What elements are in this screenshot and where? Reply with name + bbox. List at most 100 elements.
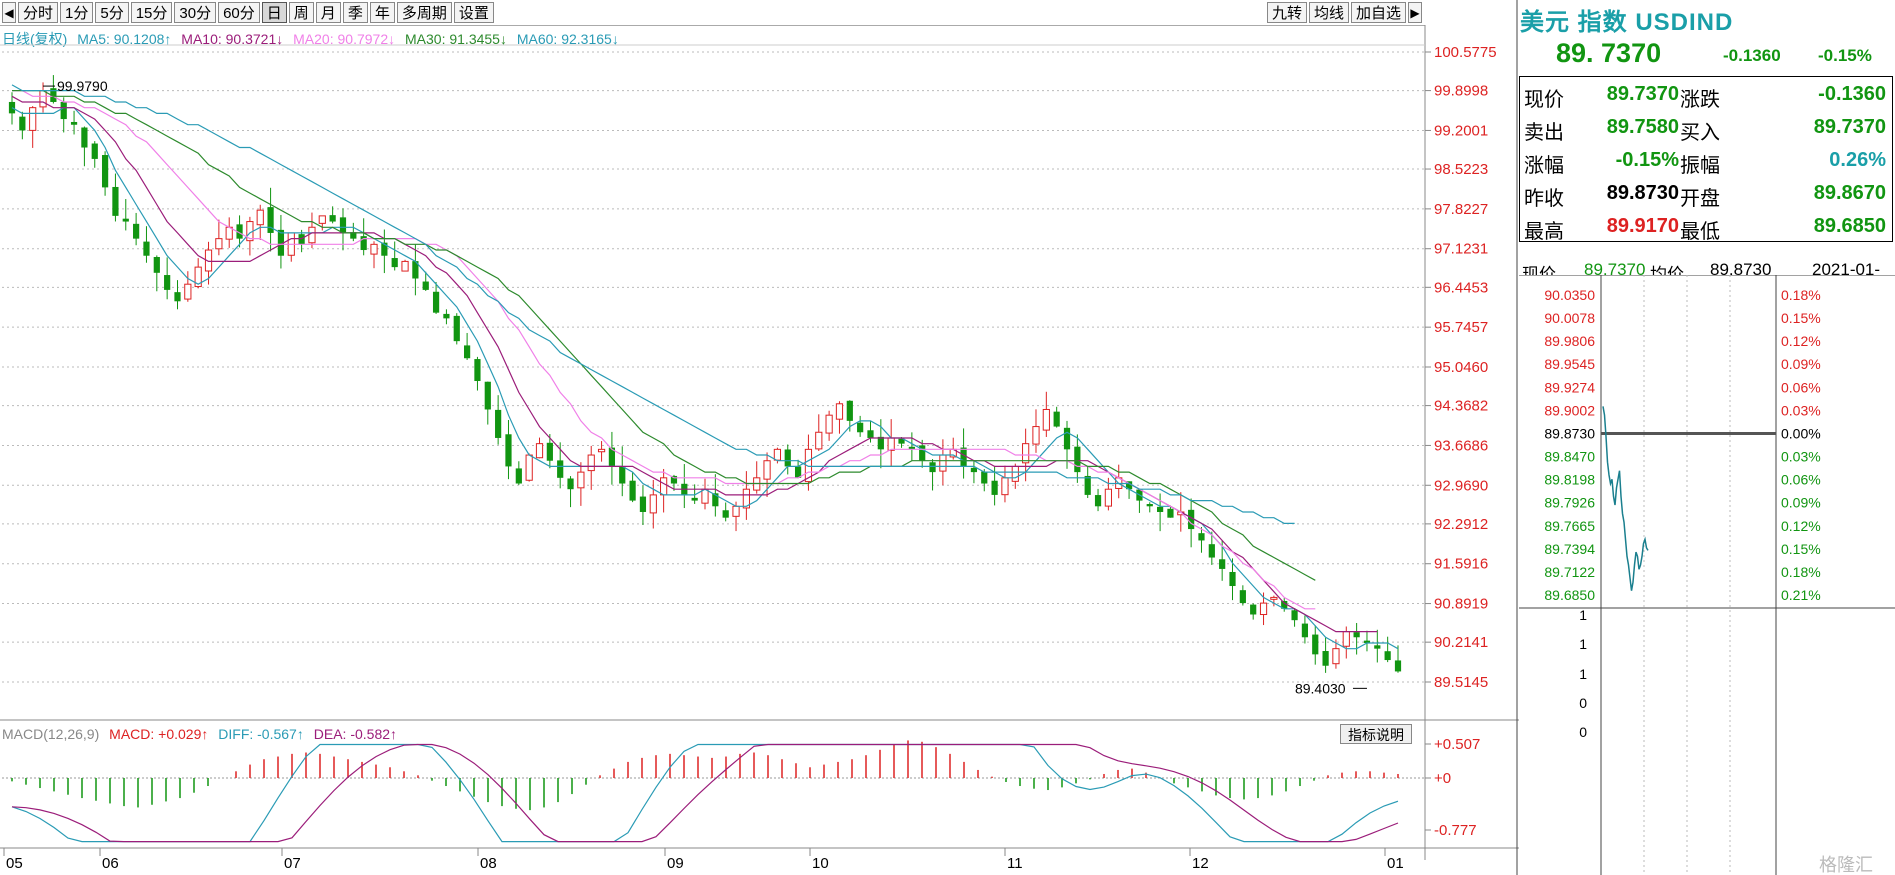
quote-value: -0.15% — [1615, 149, 1679, 171]
price-change-pct: -0.15% — [1818, 46, 1872, 65]
intraday-price-tick: 89.9545 — [1544, 356, 1595, 372]
candle-body — [1332, 648, 1340, 665]
candle-body — [763, 460, 771, 480]
intraday-pct-tick: 0.18% — [1781, 564, 1821, 580]
price-tick-label: 89.5145 — [1434, 674, 1488, 691]
intraday-chart[interactable]: 90.0350 0.18% 90.0078 0.15% 89.9806 0.12% 89.9… — [1519, 275, 1895, 875]
candle-body — [732, 505, 740, 517]
candle-body — [1322, 651, 1329, 666]
diff-line — [11, 743, 1399, 843]
x-tick-label: 07 — [284, 855, 301, 872]
candle-body — [1291, 610, 1298, 621]
intraday-pct-tick: 0.12% — [1781, 333, 1821, 349]
candle-body — [329, 215, 336, 222]
main-chart[interactable]: 100.5775 99.8998 99.2001 98.5223 97.8227 97.1… — [0, 0, 1519, 875]
price-tick-label: 95.7457 — [1434, 319, 1488, 336]
intraday-price-tick: 89.6850 — [1544, 587, 1595, 603]
candle-body — [1074, 446, 1081, 473]
candle-body — [660, 477, 668, 496]
macd-legend-dea: DEA: -0.582↑ — [313, 726, 398, 742]
candle-body — [1394, 660, 1402, 672]
quote-label: 卖出 — [1524, 122, 1564, 144]
x-tick-label: 10 — [812, 855, 829, 872]
candle-body — [401, 260, 409, 272]
x-tick-label: 09 — [667, 855, 684, 872]
candle-body — [929, 462, 936, 473]
quote-value: -0.1360 — [1818, 83, 1886, 105]
candle-body — [91, 143, 98, 159]
candle-body — [970, 467, 978, 473]
intraday-vol-tick: 0 — [1579, 695, 1587, 711]
candle-body — [215, 238, 223, 250]
price-tick-label: 92.2912 — [1434, 516, 1488, 533]
macd-legend-title: MACD(12,26,9) — [2, 726, 100, 742]
candle-body — [1312, 634, 1319, 655]
candle-body — [1146, 504, 1153, 507]
quote-value: 89.8670 — [1813, 182, 1886, 204]
quote-value: 0.26% — [1829, 149, 1886, 171]
quote-row: 现价 89.7370 涨跌 -0.1360 — [1520, 77, 1892, 111]
price-tick-label: 91.5916 — [1434, 556, 1488, 573]
candle-body — [960, 447, 967, 467]
x-tick-label: 08 — [480, 855, 497, 872]
quote-row: 卖出 89.7580 买入 89.7370 — [1520, 110, 1892, 144]
candle-body — [722, 510, 729, 518]
quote-value: 89.9170 — [1606, 215, 1679, 237]
candle-body — [1301, 623, 1309, 638]
candle-body — [825, 414, 833, 434]
instrument-title: 美元 指数 USDIND — [1520, 9, 1734, 36]
price-tick-label: 97.1231 — [1434, 241, 1488, 258]
candle-body — [60, 101, 67, 120]
candle-body — [515, 468, 522, 484]
candle-body — [370, 243, 378, 255]
candle-body — [422, 281, 429, 290]
quote-label: 振幅 — [1680, 155, 1720, 177]
macd-legend-macd: MACD: +0.029↑ — [109, 726, 209, 742]
quote-value: 89.7370 — [1606, 83, 1679, 105]
candle-body — [835, 403, 844, 420]
quote-label: 涨跌 — [1680, 89, 1720, 111]
candle-body — [464, 345, 471, 359]
candle-body — [1250, 604, 1257, 615]
candle-body — [1353, 632, 1360, 638]
intraday-price-tick: 89.9002 — [1544, 402, 1595, 418]
intraday-pct-tick: 0.12% — [1781, 518, 1821, 534]
candle-body — [1342, 631, 1350, 647]
intraday-vol-tick: 1 — [1579, 636, 1587, 652]
candle-body — [298, 234, 305, 245]
intraday-vol-tick: 1 — [1579, 607, 1587, 623]
ma10-line — [11, 95, 1378, 633]
candle-body — [1167, 508, 1174, 518]
intraday-pct-tick: 0.09% — [1781, 356, 1821, 372]
quote-label: 现价 — [1524, 89, 1564, 111]
dea-line — [11, 743, 1399, 843]
candle-body — [577, 471, 585, 489]
price-tick-label: 92.9690 — [1434, 477, 1488, 494]
candle-body — [1208, 544, 1215, 558]
candle-body — [1374, 645, 1381, 649]
indicator-explain-button[interactable]: 指标说明 — [1340, 724, 1412, 744]
macd-histogram — [11, 740, 1399, 811]
candle-body — [1042, 408, 1050, 431]
candle-body — [557, 460, 564, 478]
intraday-pct-tick: 0.03% — [1781, 402, 1821, 418]
candle-body — [867, 430, 874, 438]
x-tick-label: 01 — [1387, 855, 1404, 872]
candle-body — [525, 454, 533, 481]
candles-group — [8, 75, 1402, 673]
ma60-line — [11, 84, 1295, 525]
intraday-pct-tick: 0.06% — [1781, 472, 1821, 488]
intraday-pct-tick: 0.15% — [1781, 310, 1821, 326]
low-label: 89.4030 — [1295, 680, 1346, 696]
intraday-pct-tick: 0.06% — [1781, 379, 1821, 395]
candle-body — [184, 283, 192, 300]
intraday-price-tick: 89.8730 — [1544, 425, 1595, 441]
candle-body — [133, 223, 140, 239]
candle-body — [318, 215, 326, 224]
candle-body — [453, 315, 460, 342]
intraday-price-tick: 89.7926 — [1544, 495, 1595, 511]
candle-body — [495, 409, 502, 438]
candle-body — [629, 480, 636, 501]
intraday-price-tick: 89.7665 — [1544, 518, 1595, 534]
price-tick-label: 99.8998 — [1434, 83, 1488, 100]
